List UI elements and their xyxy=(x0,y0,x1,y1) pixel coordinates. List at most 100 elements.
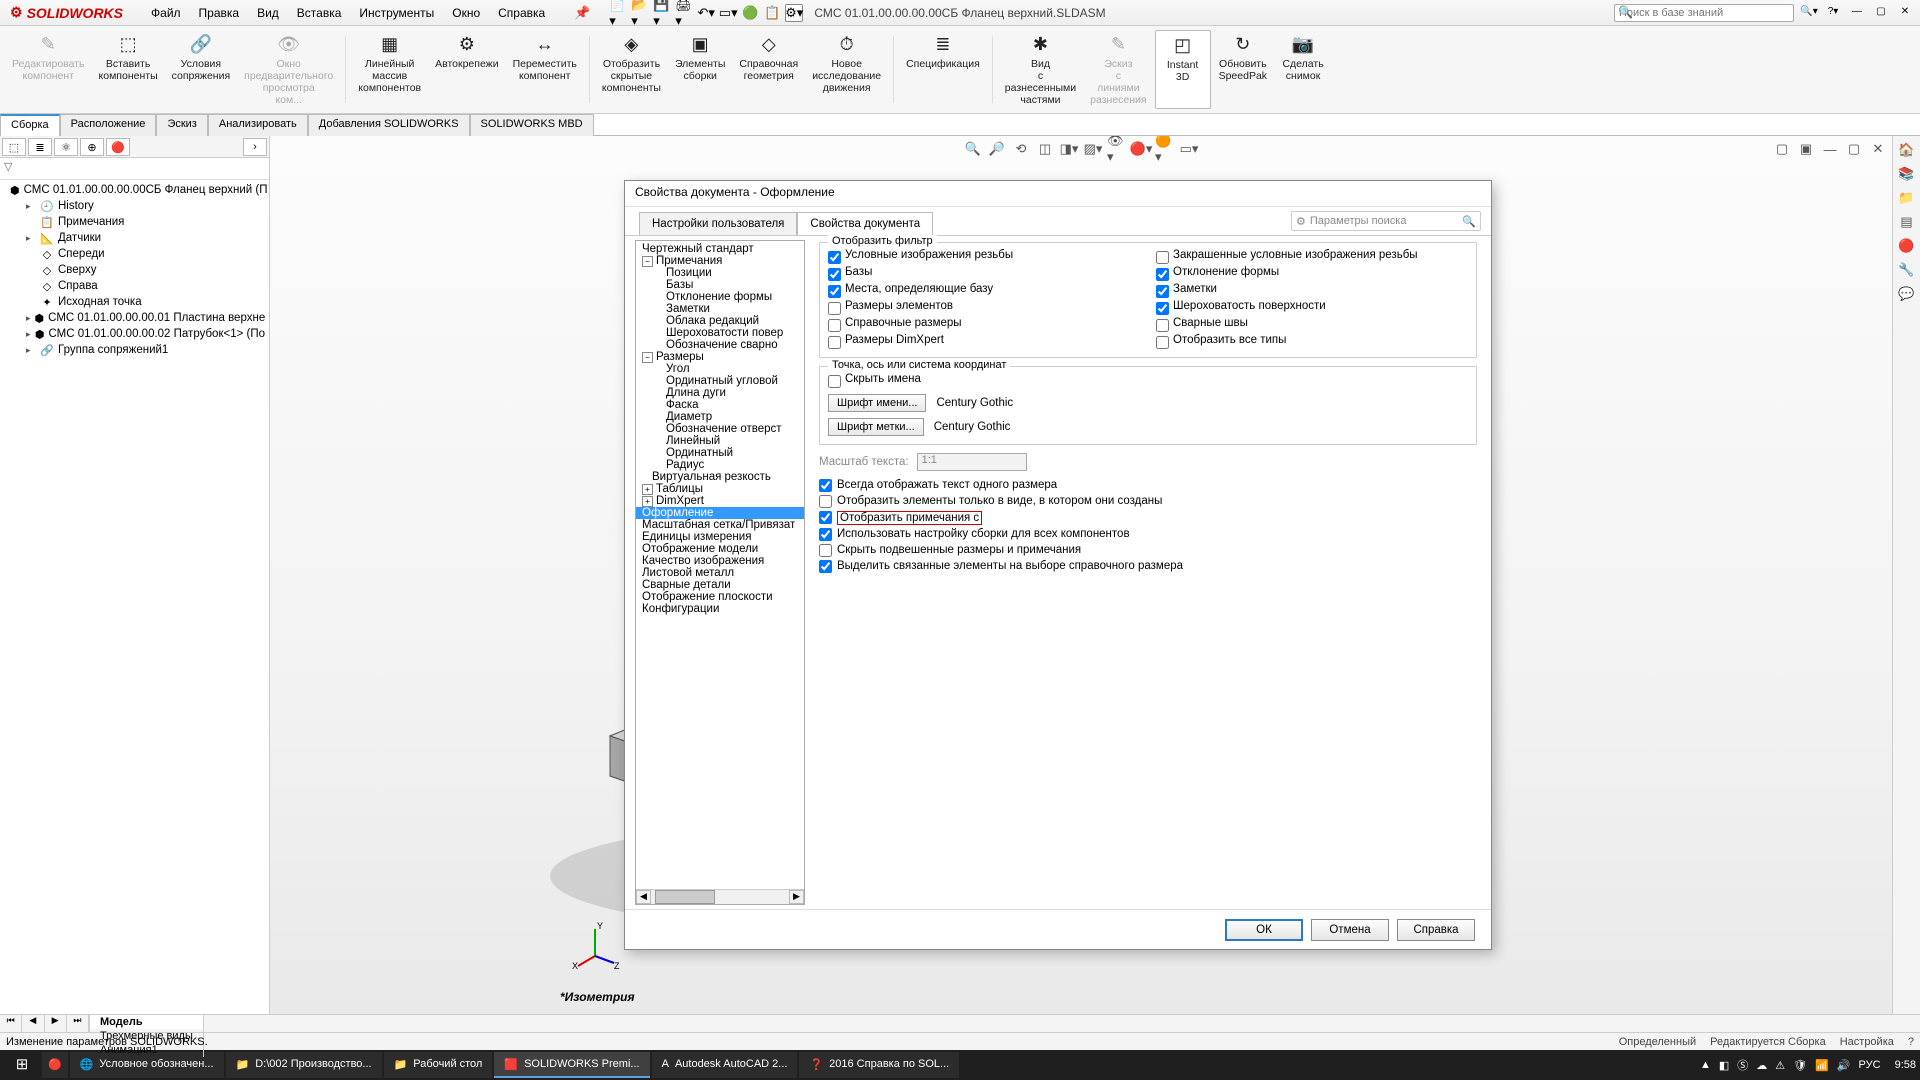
category-18[interactable]: Радиус xyxy=(636,459,804,471)
prev-view-icon[interactable]: ⟲ xyxy=(1011,140,1031,158)
tray-icon-5[interactable]: 🛡 xyxy=(1793,1059,1807,1072)
menu-справка[interactable]: Справка xyxy=(490,4,553,22)
ribbon-9[interactable]: ◇Справочнаягеометрия xyxy=(733,30,804,109)
ok-button[interactable]: ОК xyxy=(1225,919,1303,941)
file-icon[interactable]: 📋 xyxy=(763,4,781,22)
fm-tab-prop[interactable]: ⚛ xyxy=(54,138,78,156)
help-icon[interactable]: ?▾ xyxy=(1824,6,1842,20)
filter-checkbox[interactable] xyxy=(1156,336,1169,349)
scroll-thumb[interactable] xyxy=(655,890,715,904)
taskbar-app-1[interactable]: 📁D:\002 Производство... xyxy=(226,1052,382,1078)
category-12[interactable]: Длина дуги xyxy=(636,387,804,399)
category-14[interactable]: Диаметр xyxy=(636,411,804,423)
category-26[interactable]: Качество изображения xyxy=(636,555,804,567)
taskbar-app-5[interactable]: ❓2016 Справка по SOL... xyxy=(799,1052,959,1078)
undo-icon[interactable]: ↶▾ xyxy=(697,4,715,22)
ribbon-7[interactable]: ◈Отобразитьскрытыекомпоненты xyxy=(596,30,667,109)
category-29[interactable]: Отображение плоскости xyxy=(636,591,804,603)
category-0[interactable]: Чертежный стандарт xyxy=(636,243,804,255)
zoom-area-icon[interactable]: 🔎 xyxy=(987,140,1007,158)
category-25[interactable]: Отображение модели xyxy=(636,543,804,555)
fm-tab-appearance[interactable]: 🔴 xyxy=(106,138,130,156)
scene-icon[interactable]: 🔴▾ xyxy=(1131,140,1151,158)
category-4[interactable]: Отклонение формы xyxy=(636,291,804,303)
filter-checkbox[interactable] xyxy=(828,302,841,315)
filter-checkbox[interactable] xyxy=(828,268,841,281)
category-10[interactable]: Угол xyxy=(636,363,804,375)
category-19[interactable]: Виртуальная резкость xyxy=(636,471,804,483)
restore-icon[interactable]: ▢ xyxy=(1872,6,1890,20)
bottom-tab-0[interactable]: Модель xyxy=(90,1015,204,1029)
help-button[interactable]: Справка xyxy=(1397,919,1475,941)
ribbon-tab-4[interactable]: Добавления SOLIDWORKS xyxy=(308,114,470,136)
taskbar-app-4[interactable]: AAutodesk AutoCAD 2... xyxy=(652,1052,798,1078)
category-24[interactable]: Единицы измерения xyxy=(636,531,804,543)
name-font-button[interactable]: Шрифт имени... xyxy=(828,394,926,412)
tray-icon-3[interactable]: ☁ xyxy=(1756,1059,1767,1072)
menu-правка[interactable]: Правка xyxy=(191,4,248,22)
pin-icon[interactable]: 📌 xyxy=(573,4,591,22)
language-indicator[interactable]: РУС xyxy=(1859,1059,1881,1071)
zoom-fit-icon[interactable]: 🔍 xyxy=(963,140,983,158)
option-checkbox-1[interactable] xyxy=(819,495,832,508)
tree-item-7[interactable]: ▸⬢СМС 01.01.00.00.00.01 Пластина верхне xyxy=(4,310,265,326)
fm-tab-display[interactable]: ⊕ xyxy=(80,138,104,156)
tree-item-4[interactable]: ◇Сверху xyxy=(4,262,265,278)
tree-item-8[interactable]: ▸⬢СМС 01.01.00.00.00.02 Патрубок<1> (По xyxy=(4,326,265,342)
option-checkbox-3[interactable] xyxy=(819,528,832,541)
clock[interactable]: 9:58 xyxy=(1895,1060,1916,1071)
tree-expander-icon[interactable]: + xyxy=(642,484,653,495)
filter-checkbox[interactable] xyxy=(1156,268,1169,281)
display-style-icon[interactable]: ▨▾ xyxy=(1083,140,1103,158)
category-1[interactable]: −Примечания xyxy=(636,255,804,267)
open-icon[interactable]: 📂▾ xyxy=(631,4,649,22)
tp-home-icon[interactable]: 🏠 xyxy=(1898,142,1916,160)
tp-design-icon[interactable]: 📚 xyxy=(1898,166,1916,184)
taskbar-app-0[interactable]: 🌐Условное обозначен... xyxy=(70,1052,224,1078)
ribbon-tab-0[interactable]: Сборка xyxy=(0,114,60,136)
ribbon-12[interactable]: ✱Видсразнесеннымичастями xyxy=(999,30,1082,109)
category-15[interactable]: Обозначение отверст xyxy=(636,423,804,435)
ribbon-5[interactable]: ⚙Автокрепежи xyxy=(429,30,504,109)
tree-item-9[interactable]: ▸🔗Группа сопряжений1 xyxy=(4,342,265,358)
cancel-button[interactable]: Отмена xyxy=(1311,919,1389,941)
start-button[interactable]: ⊞ xyxy=(4,1052,40,1078)
ribbon-16[interactable]: 📷Сделатьснимок xyxy=(1275,30,1331,109)
tray-icon-2[interactable]: Ⓢ xyxy=(1737,1057,1748,1073)
expander-icon[interactable]: ▸ xyxy=(26,313,31,324)
category-23[interactable]: Масштабная сетка/Привязат xyxy=(636,519,804,531)
vp-minimize-icon[interactable]: — xyxy=(1820,140,1840,158)
ribbon-1[interactable]: ⬚Вставитькомпоненты xyxy=(93,30,164,109)
tree-expander-icon[interactable]: − xyxy=(642,256,653,267)
tray-icon-4[interactable]: ⚠ xyxy=(1775,1059,1785,1072)
tree-root[interactable]: ⬢ СМС 01.01.00.00.00.00СБ Фланец верхний… xyxy=(4,182,265,198)
kb-search-input[interactable] xyxy=(1614,4,1794,22)
tab-scroll[interactable]: ⏮ ◀ ▶ ⏭ xyxy=(0,1015,90,1032)
scroll-first-icon[interactable]: ⏮ xyxy=(0,1015,22,1032)
ribbon-4[interactable]: ▦Линейныймассивкомпонентов xyxy=(352,30,427,109)
ribbon-8[interactable]: ▣Элементысборки xyxy=(669,30,731,109)
new-icon[interactable]: 📄▾ xyxy=(609,4,627,22)
fm-tab-tree[interactable]: ⬚ xyxy=(2,138,26,156)
tree-expander-icon[interactable]: − xyxy=(642,352,653,363)
category-16[interactable]: Линейный xyxy=(636,435,804,447)
category-11[interactable]: Ординатный угловой xyxy=(636,375,804,387)
menu-вставка[interactable]: Вставка xyxy=(289,4,350,22)
tray-icon-1[interactable]: ◧ xyxy=(1719,1059,1729,1072)
vp-restore-icon[interactable]: ▢ xyxy=(1844,140,1864,158)
print-icon[interactable]: 🖨▾ xyxy=(675,4,693,22)
tree-item-0[interactable]: ▸🕘History xyxy=(4,198,265,214)
option-checkbox-0[interactable] xyxy=(819,479,832,492)
tray-icon-7[interactable]: 🔊 xyxy=(1837,1059,1851,1072)
view-orient-icon[interactable]: ◨▾ xyxy=(1059,140,1079,158)
status-3[interactable]: ? xyxy=(1908,1036,1914,1048)
hide-show-icon[interactable]: 👁▾ xyxy=(1107,140,1127,158)
rebuild-icon[interactable]: 🟢 xyxy=(741,4,759,22)
filter-checkbox[interactable] xyxy=(1156,319,1169,332)
option-checkbox-5[interactable] xyxy=(819,560,832,573)
category-28[interactable]: Сварные детали xyxy=(636,579,804,591)
vp-close-icon[interactable]: ✕ xyxy=(1868,140,1888,158)
ribbon-14[interactable]: ◰Instant3D xyxy=(1155,30,1211,109)
filter-checkbox[interactable] xyxy=(1156,302,1169,315)
category-2[interactable]: Позиции xyxy=(636,267,804,279)
